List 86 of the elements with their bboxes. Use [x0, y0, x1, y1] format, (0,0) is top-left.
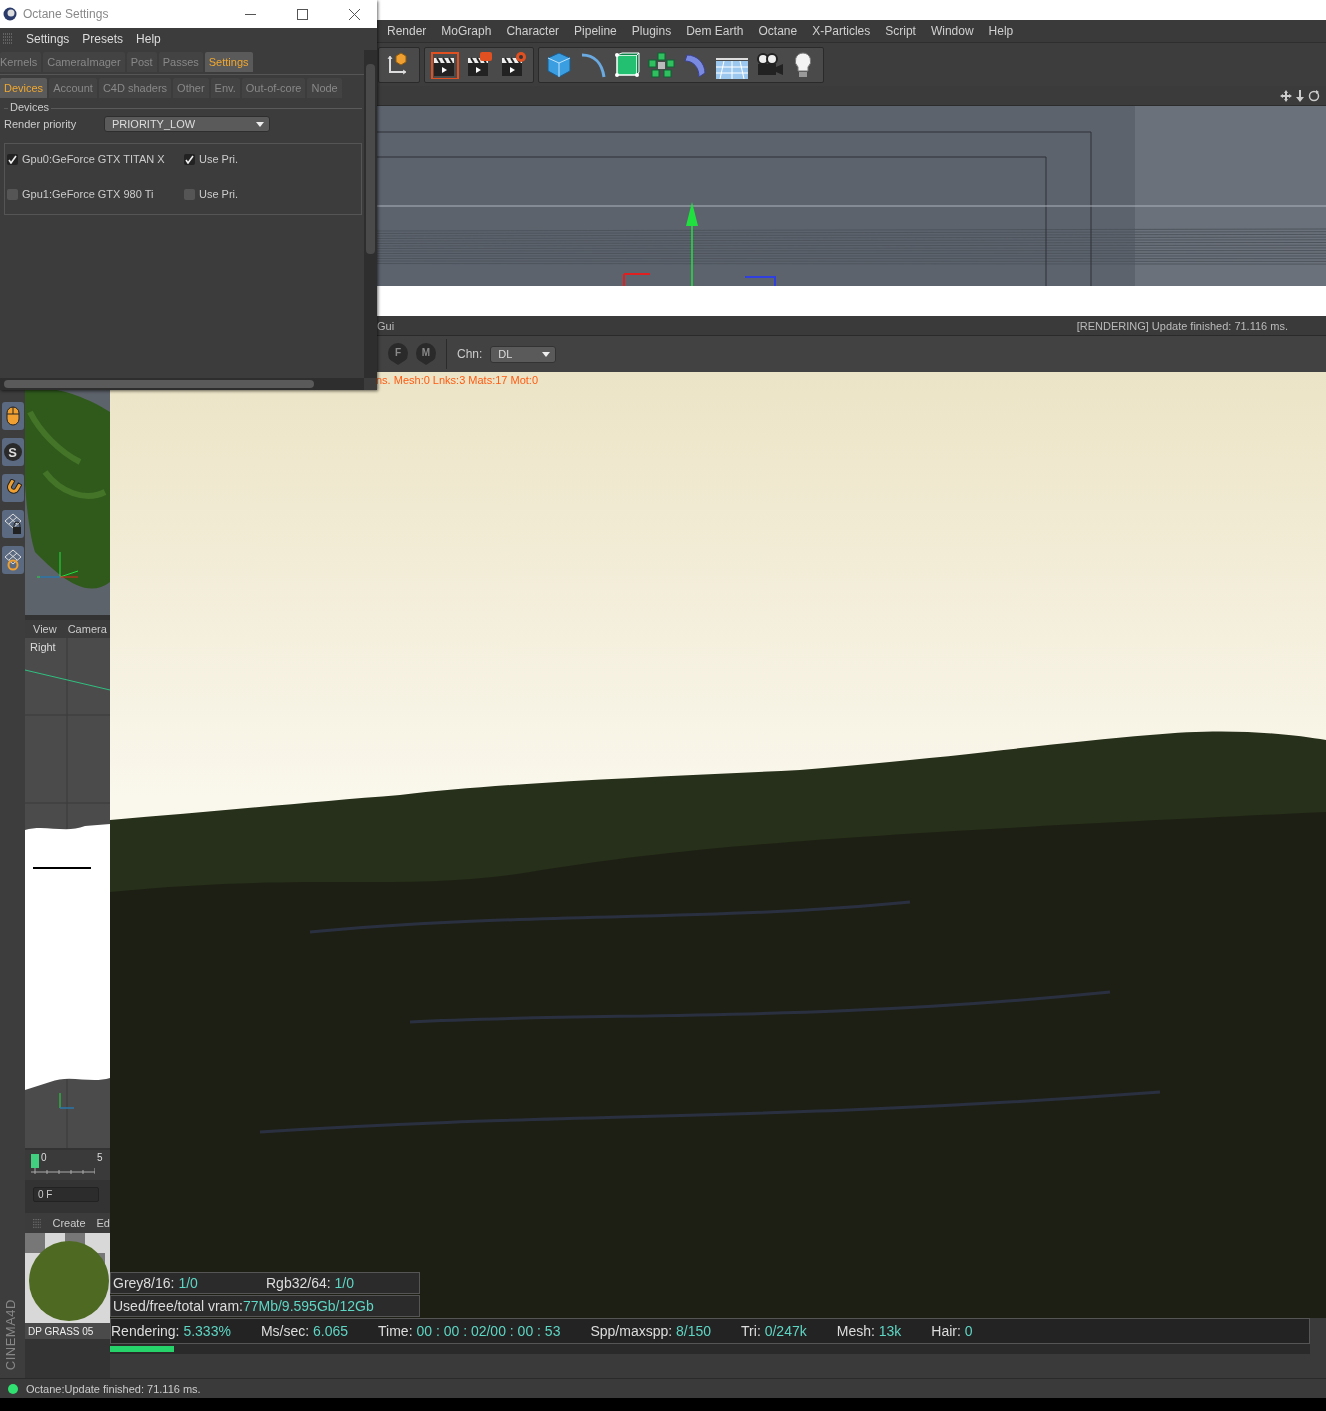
- checkbox[interactable]: [184, 153, 195, 165]
- pin-button[interactable]: M: [416, 343, 436, 365]
- timeline[interactable]: 0 5: [25, 1150, 110, 1180]
- status-message: Octane:Update finished: 71.116 ms.: [26, 1382, 201, 1395]
- horizontal-scrollbar[interactable]: [0, 378, 364, 390]
- menu-item[interactable]: MoGraph: [441, 24, 492, 38]
- caret-icon: [256, 121, 264, 127]
- caret-icon: [542, 351, 551, 357]
- vertical-scrollbar[interactable]: [364, 50, 377, 378]
- checkbox-label: Use Pri.: [199, 153, 239, 165]
- menu-item[interactable]: Character: [506, 24, 560, 38]
- channel-label: Chn:: [457, 347, 483, 361]
- buffer-stat: Grey8/16: 1/0: [113, 1275, 199, 1291]
- menu-item[interactable]: Help: [988, 24, 1014, 38]
- minimize-icon: [244, 13, 256, 15]
- menu-item[interactable]: Ed: [96, 1217, 110, 1229]
- window-title: Octane Settings: [23, 7, 110, 21]
- cinema4d-logo: CINEMA4D: [3, 1298, 18, 1370]
- checkbox[interactable]: [7, 188, 18, 200]
- checkbox[interactable]: [184, 188, 195, 200]
- move-icon[interactable]: [1280, 89, 1292, 102]
- menu-item[interactable]: Create: [52, 1217, 86, 1229]
- grid-lock-tool-button[interactable]: [1, 510, 24, 538]
- render-stat: Mesh: 13k: [836, 1323, 902, 1339]
- render-stat: Ms/sec: 6.065: [260, 1323, 349, 1339]
- render-stat: Rendering: 5.333%: [111, 1323, 231, 1339]
- tab[interactable]: Settings: [204, 52, 253, 72]
- viewer-title: Gui: [377, 319, 395, 332]
- menu-item[interactable]: Dem Earth: [686, 24, 744, 38]
- timeline-number: 5: [97, 1152, 103, 1163]
- menu-item[interactable]: Help: [136, 32, 161, 46]
- view-name-label: Right: [30, 641, 56, 653]
- menu-item[interactable]: Plugins: [631, 24, 672, 38]
- snap-tool-button[interactable]: S: [1, 438, 24, 466]
- device-name: Gpu0:GeForce GTX TITAN X: [22, 153, 165, 165]
- arrow-down-icon[interactable]: [1294, 89, 1306, 102]
- material-name: DP GRASS 05: [28, 1326, 94, 1337]
- buffer-stat: Rgb32/64: 1/0: [266, 1275, 354, 1291]
- timeline-number: 0: [41, 1152, 47, 1163]
- app-logo-icon: [3, 7, 17, 21]
- cube-cluster-icon[interactable]: [647, 50, 675, 79]
- mouse-tool-button[interactable]: [1, 402, 24, 430]
- render-stat: Tri: 0/247k: [741, 1323, 807, 1339]
- maximize-icon: [296, 8, 308, 20]
- checkbox[interactable]: [7, 153, 18, 165]
- scene-info-text: ns. Mesh:0 Lnks:3 Mats:17 Mot:0: [376, 374, 539, 386]
- device-name: Gpu1:GeForce GTX 980 Ti: [22, 188, 154, 200]
- menu-item[interactable]: Pipeline: [574, 24, 617, 38]
- menu-item[interactable]: Camera: [67, 623, 107, 635]
- priority-dropdown[interactable]: PRIORITY_LOW: [104, 116, 270, 132]
- frame-field[interactable]: 0 F: [33, 1186, 99, 1202]
- menu-item[interactable]: Script: [885, 24, 916, 38]
- render-status: [RENDERING] Update finished: 71.116 ms.: [1076, 319, 1288, 332]
- grid-cycle-icon: [3, 549, 22, 571]
- magnet-tool-button[interactable]: [1, 474, 24, 502]
- group-title: Devices: [8, 101, 52, 113]
- grid-cycle-tool-button[interactable]: [1, 546, 24, 574]
- render-stat: Spp/maxspp: 8/150: [590, 1323, 712, 1339]
- cage-cube-icon[interactable]: [613, 50, 641, 79]
- check-icon: [8, 154, 17, 164]
- status-dot-icon: [8, 1383, 18, 1394]
- mouse-icon: [5, 406, 20, 426]
- render-stat: Time: 00 : 00 : 02/00 : 00 : 53: [378, 1323, 561, 1339]
- grid-lock-icon: [3, 513, 22, 535]
- menu-item[interactable]: Settings: [26, 32, 70, 46]
- check-icon: [185, 154, 194, 164]
- vram-stat: Used/free/total vram:77Mb/9.595Gb/12Gb: [110, 1295, 420, 1317]
- close-icon: [348, 8, 360, 20]
- menu-item[interactable]: X-Particles: [812, 24, 871, 38]
- cube-icon[interactable]: [545, 50, 573, 79]
- grip-icon: [3, 33, 13, 45]
- menu-item[interactable]: Presets: [82, 32, 124, 46]
- clapperboard-icon[interactable]: [465, 50, 493, 79]
- rotate-icon[interactable]: [1308, 89, 1320, 102]
- menu-item[interactable]: View: [33, 623, 57, 635]
- channel-dropdown[interactable]: DL: [490, 345, 557, 363]
- menu-item[interactable]: Window: [930, 24, 974, 38]
- menu-item[interactable]: Render: [387, 24, 427, 38]
- checkbox-label: Use Pri.: [199, 188, 239, 200]
- render-stat: Hair: 0: [931, 1323, 973, 1339]
- pin-button[interactable]: F: [388, 343, 408, 365]
- clapperboard-icon[interactable]: [499, 50, 527, 79]
- clapperboard-icon[interactable]: [431, 50, 459, 79]
- grip-icon: [33, 1218, 42, 1228]
- menu-item[interactable]: Octane: [758, 24, 798, 38]
- field-label: Render priority: [4, 118, 78, 130]
